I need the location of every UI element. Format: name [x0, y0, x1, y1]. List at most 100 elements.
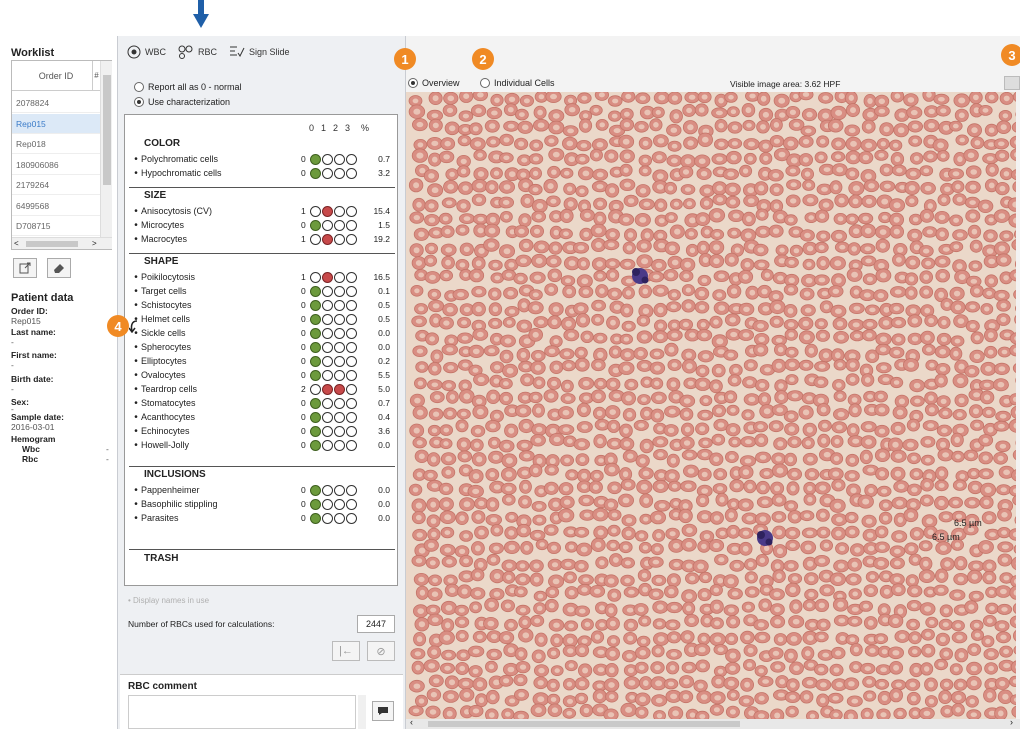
grade-circle-0[interactable] — [310, 439, 321, 451]
grade-circle-1[interactable] — [322, 299, 333, 311]
worklist-row[interactable]: D708715 — [12, 216, 100, 236]
grade-circle-0[interactable] — [310, 205, 321, 217]
grade-circle-3[interactable] — [346, 369, 357, 381]
worklist-row[interactable]: Rep018 — [12, 134, 100, 154]
grade-circle-3[interactable] — [346, 383, 357, 395]
worklist-row[interactable]: 2179264 — [12, 175, 100, 195]
grade-circle-3[interactable] — [346, 299, 357, 311]
report-all-normal-option[interactable]: Report all as 0 - normal — [134, 82, 242, 92]
export-button[interactable] — [13, 258, 37, 278]
grade-circle-2[interactable] — [334, 167, 345, 179]
scroll-left-arrow[interactable]: < — [14, 238, 19, 250]
use-characterization-radio[interactable] — [134, 97, 144, 107]
grade-circle-3[interactable] — [346, 355, 357, 367]
grade-circle-3[interactable] — [346, 341, 357, 353]
grade-circle-0[interactable] — [310, 397, 321, 409]
individual-cells-radio[interactable] — [480, 78, 490, 88]
grade-selector[interactable] — [310, 327, 358, 339]
grade-circle-3[interactable] — [346, 313, 357, 325]
grade-circle-1[interactable] — [322, 439, 333, 451]
grade-circle-0[interactable] — [310, 425, 321, 437]
grade-circle-0[interactable] — [310, 369, 321, 381]
grade-circle-2[interactable] — [334, 512, 345, 524]
grade-circle-2[interactable] — [334, 397, 345, 409]
scroll-right-arrow[interactable]: › — [1010, 717, 1013, 727]
grade-circle-2[interactable] — [334, 383, 345, 395]
grade-circle-1[interactable] — [322, 219, 333, 231]
grade-circle-2[interactable] — [334, 439, 345, 451]
grade-circle-1[interactable] — [322, 233, 333, 245]
grade-selector[interactable] — [310, 341, 358, 353]
grade-circle-1[interactable] — [322, 313, 333, 325]
grade-circle-3[interactable] — [346, 439, 357, 451]
scroll-right-arrow[interactable]: > — [92, 238, 97, 250]
image-horizontal-scrollbar[interactable]: ‹ › — [406, 717, 1020, 729]
grade-selector[interactable] — [310, 313, 358, 325]
grade-circle-2[interactable] — [334, 327, 345, 339]
overview-radio[interactable] — [408, 78, 418, 88]
grade-circle-0[interactable] — [310, 484, 321, 496]
grade-selector[interactable] — [310, 484, 358, 496]
grade-selector[interactable] — [310, 153, 358, 165]
grade-circle-0[interactable] — [310, 512, 321, 524]
grade-circle-0[interactable] — [310, 167, 321, 179]
scroll-thumb[interactable] — [103, 75, 111, 185]
tab-rbc[interactable]: RBC — [174, 43, 221, 61]
grade-circle-3[interactable] — [346, 484, 357, 496]
grade-selector[interactable] — [310, 369, 358, 381]
worklist-row[interactable]: 180906086 — [12, 155, 100, 175]
eraser-button[interactable] — [47, 258, 71, 278]
grade-selector[interactable] — [310, 271, 358, 283]
grade-circle-2[interactable] — [334, 285, 345, 297]
grade-circle-0[interactable] — [310, 327, 321, 339]
rbc-comment-textarea[interactable] — [128, 695, 356, 729]
grade-selector[interactable] — [310, 512, 358, 524]
tab-sign-slide[interactable]: Sign Slide — [225, 43, 294, 61]
grade-circle-3[interactable] — [346, 397, 357, 409]
grade-circle-0[interactable] — [310, 233, 321, 245]
grade-circle-2[interactable] — [334, 369, 345, 381]
grade-circle-1[interactable] — [322, 167, 333, 179]
grade-selector[interactable] — [310, 205, 358, 217]
worklist-row[interactable]: 2078824 — [12, 93, 100, 113]
grade-circle-0[interactable] — [310, 219, 321, 231]
grade-circle-2[interactable] — [334, 205, 345, 217]
scroll-thumb[interactable] — [428, 721, 740, 727]
grade-selector[interactable] — [310, 425, 358, 437]
grade-circle-1[interactable] — [322, 327, 333, 339]
grade-circle-2[interactable] — [334, 299, 345, 311]
grade-circle-2[interactable] — [334, 411, 345, 423]
grade-circle-0[interactable] — [310, 271, 321, 283]
use-characterization-option[interactable]: Use characterization — [134, 97, 230, 107]
grade-circle-1[interactable] — [322, 498, 333, 510]
grade-circle-0[interactable] — [310, 341, 321, 353]
grade-circle-3[interactable] — [346, 271, 357, 283]
grade-selector[interactable] — [310, 397, 358, 409]
grade-circle-2[interactable] — [334, 341, 345, 353]
worklist-vertical-scrollbar[interactable] — [100, 61, 112, 237]
grade-circle-1[interactable] — [322, 271, 333, 283]
grade-circle-3[interactable] — [346, 512, 357, 524]
overview-option[interactable]: Overview — [408, 78, 460, 88]
grade-circle-1[interactable] — [322, 355, 333, 367]
individual-cells-option[interactable]: Individual Cells — [480, 78, 555, 88]
first-button[interactable]: |← — [332, 641, 360, 661]
grade-selector[interactable] — [310, 219, 358, 231]
num-rbc-field[interactable]: 2447 — [357, 615, 395, 633]
grade-circle-0[interactable] — [310, 313, 321, 325]
worklist-row[interactable]: 6499568 — [12, 196, 100, 216]
column-header-order-id[interactable]: Order ID — [12, 61, 100, 91]
cancel-button[interactable]: ⊘ — [367, 641, 395, 661]
grade-circle-1[interactable] — [322, 369, 333, 381]
grade-circle-1[interactable] — [322, 383, 333, 395]
grade-circle-3[interactable] — [346, 327, 357, 339]
grade-circle-3[interactable] — [346, 219, 357, 231]
grade-selector[interactable] — [310, 355, 358, 367]
viewer-settings-button[interactable] — [1004, 76, 1020, 90]
grade-selector[interactable] — [310, 439, 358, 451]
grade-circle-1[interactable] — [322, 285, 333, 297]
scroll-thumb[interactable] — [26, 241, 78, 247]
scroll-left-arrow[interactable]: ‹ — [410, 717, 413, 727]
grade-circle-2[interactable] — [334, 425, 345, 437]
grade-circle-1[interactable] — [322, 341, 333, 353]
